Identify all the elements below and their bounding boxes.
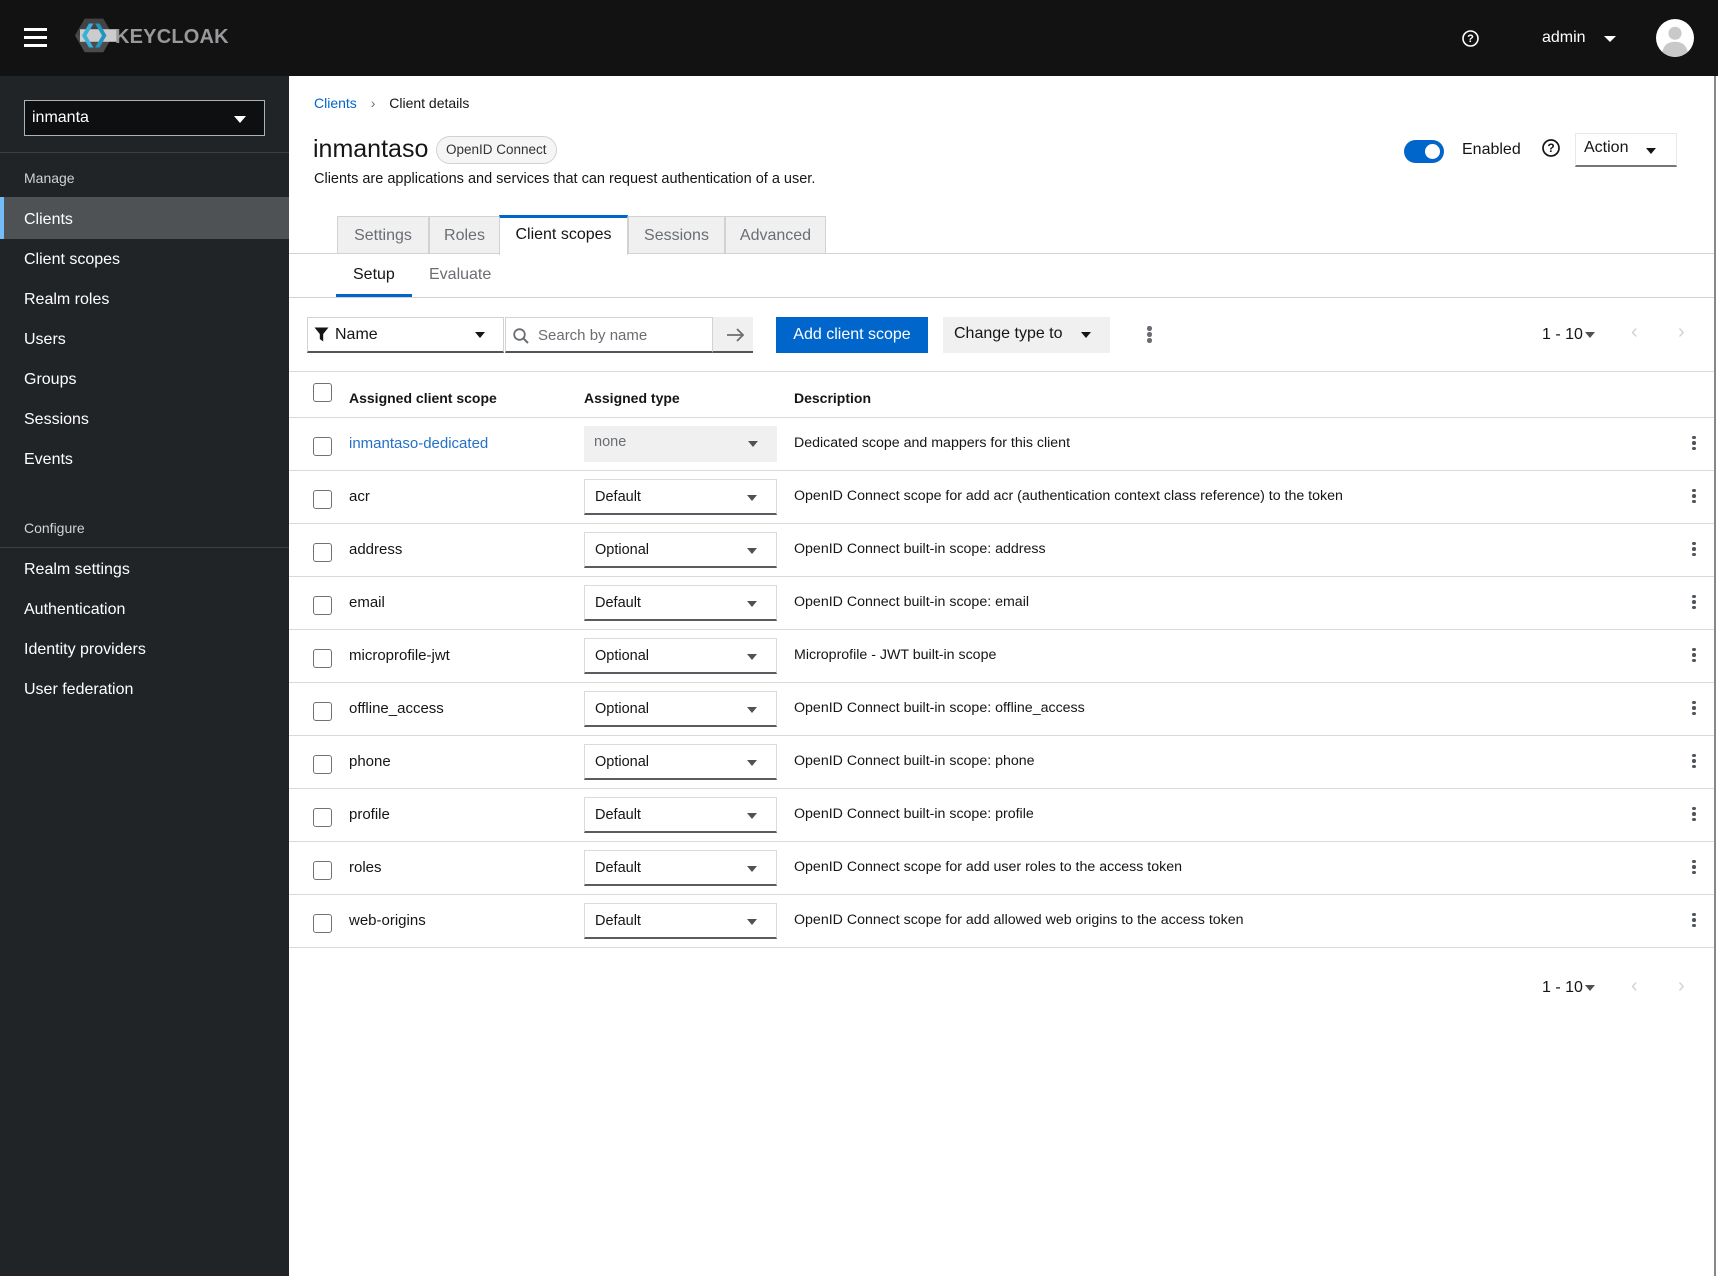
svg-text:KEYCLOAK: KEYCLOAK [115, 26, 229, 48]
svg-text:?: ? [1547, 141, 1554, 155]
svg-text:?: ? [1467, 33, 1474, 45]
